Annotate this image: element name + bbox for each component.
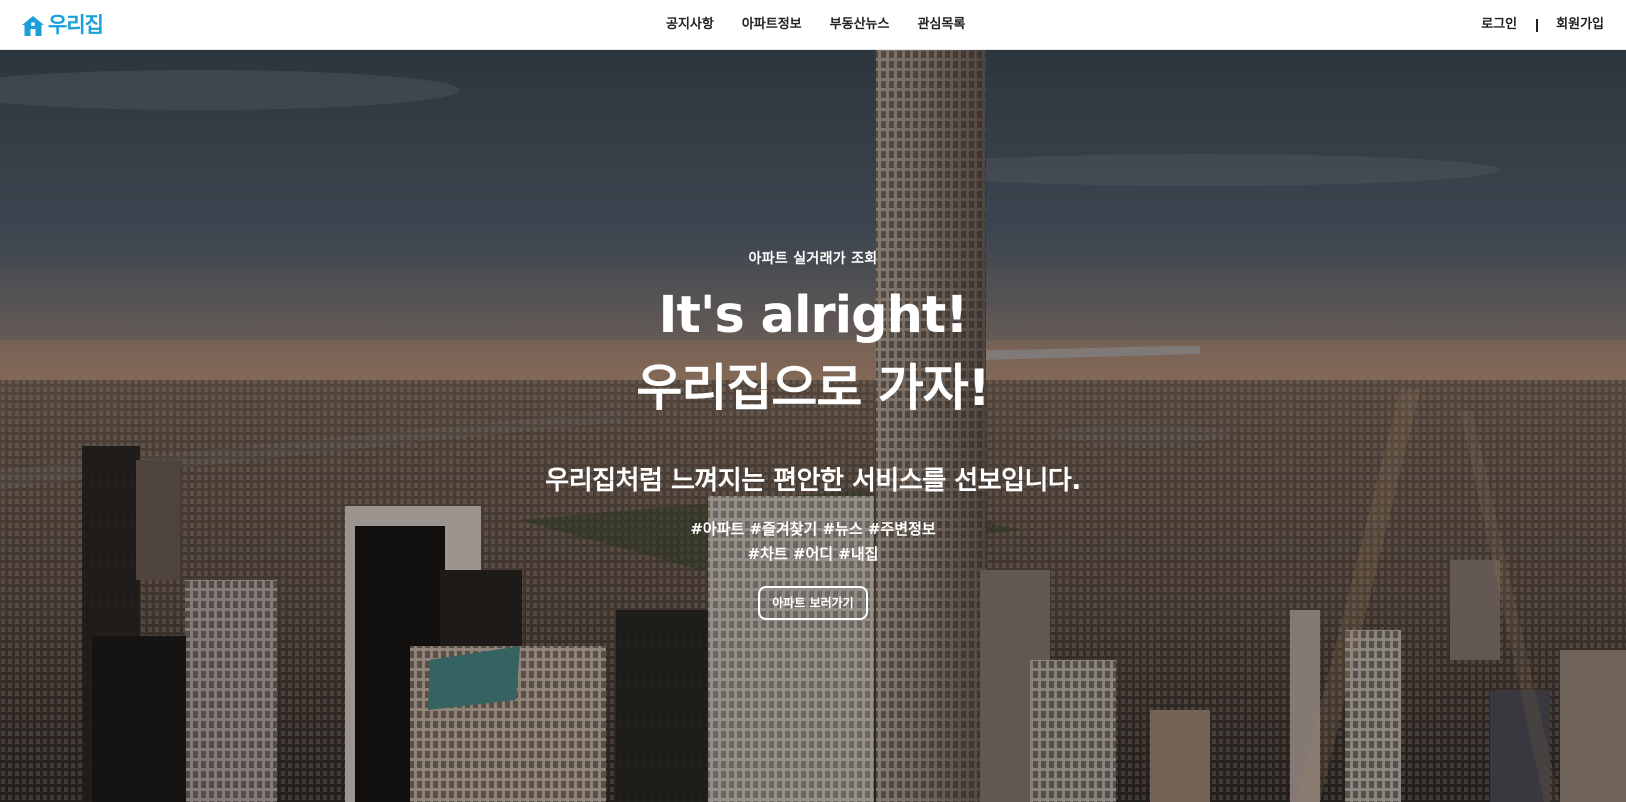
hero-title-line-1: It's alright! <box>658 286 968 345</box>
signup-link[interactable]: 회원가입 <box>1556 0 1604 50</box>
login-link[interactable]: 로그인 <box>1481 0 1517 50</box>
hero-title-line-2: 우리집으로 가자! <box>636 359 990 417</box>
hero-tags-line-1: #아파트 #즐겨찾기 #뉴스 #주변정보 <box>690 520 936 538</box>
nav-item-apartment-info[interactable]: 아파트정보 <box>728 0 816 50</box>
main-nav: 공지사항 아파트정보 부동산뉴스 관심목록 <box>652 0 979 50</box>
top-navbar: 우리집 공지사항 아파트정보 부동산뉴스 관심목록 로그인 회원가입 <box>0 0 1626 50</box>
nav-item-favorites[interactable]: 관심목록 <box>903 0 979 50</box>
nav-item-real-estate-news[interactable]: 부동산뉴스 <box>816 0 904 50</box>
nav-divider <box>1536 18 1539 32</box>
auth-nav: 로그인 회원가입 <box>1481 0 1604 50</box>
view-apartments-button[interactable]: 아파트 보러가기 <box>758 586 868 620</box>
house-icon <box>21 14 45 38</box>
brand-logo[interactable]: 우리집 <box>21 12 104 39</box>
nav-item-notice[interactable]: 공지사항 <box>652 0 728 50</box>
hero-eyebrow: 아파트 실거래가 조회 <box>748 251 878 267</box>
hero-subtitle: 우리집처럼 느껴지는 편안한 서비스를 선보입니다. <box>545 466 1081 496</box>
hero-section: 아파트 실거래가 조회 It's alright! 우리집으로 가자! 우리집처… <box>0 50 1626 802</box>
hero-tags-line-2: #차트 #어디 #내집 <box>747 545 879 563</box>
hero-content: 아파트 실거래가 조회 It's alright! 우리집으로 가자! 우리집처… <box>0 50 1626 802</box>
brand-name: 우리집 <box>48 13 104 37</box>
